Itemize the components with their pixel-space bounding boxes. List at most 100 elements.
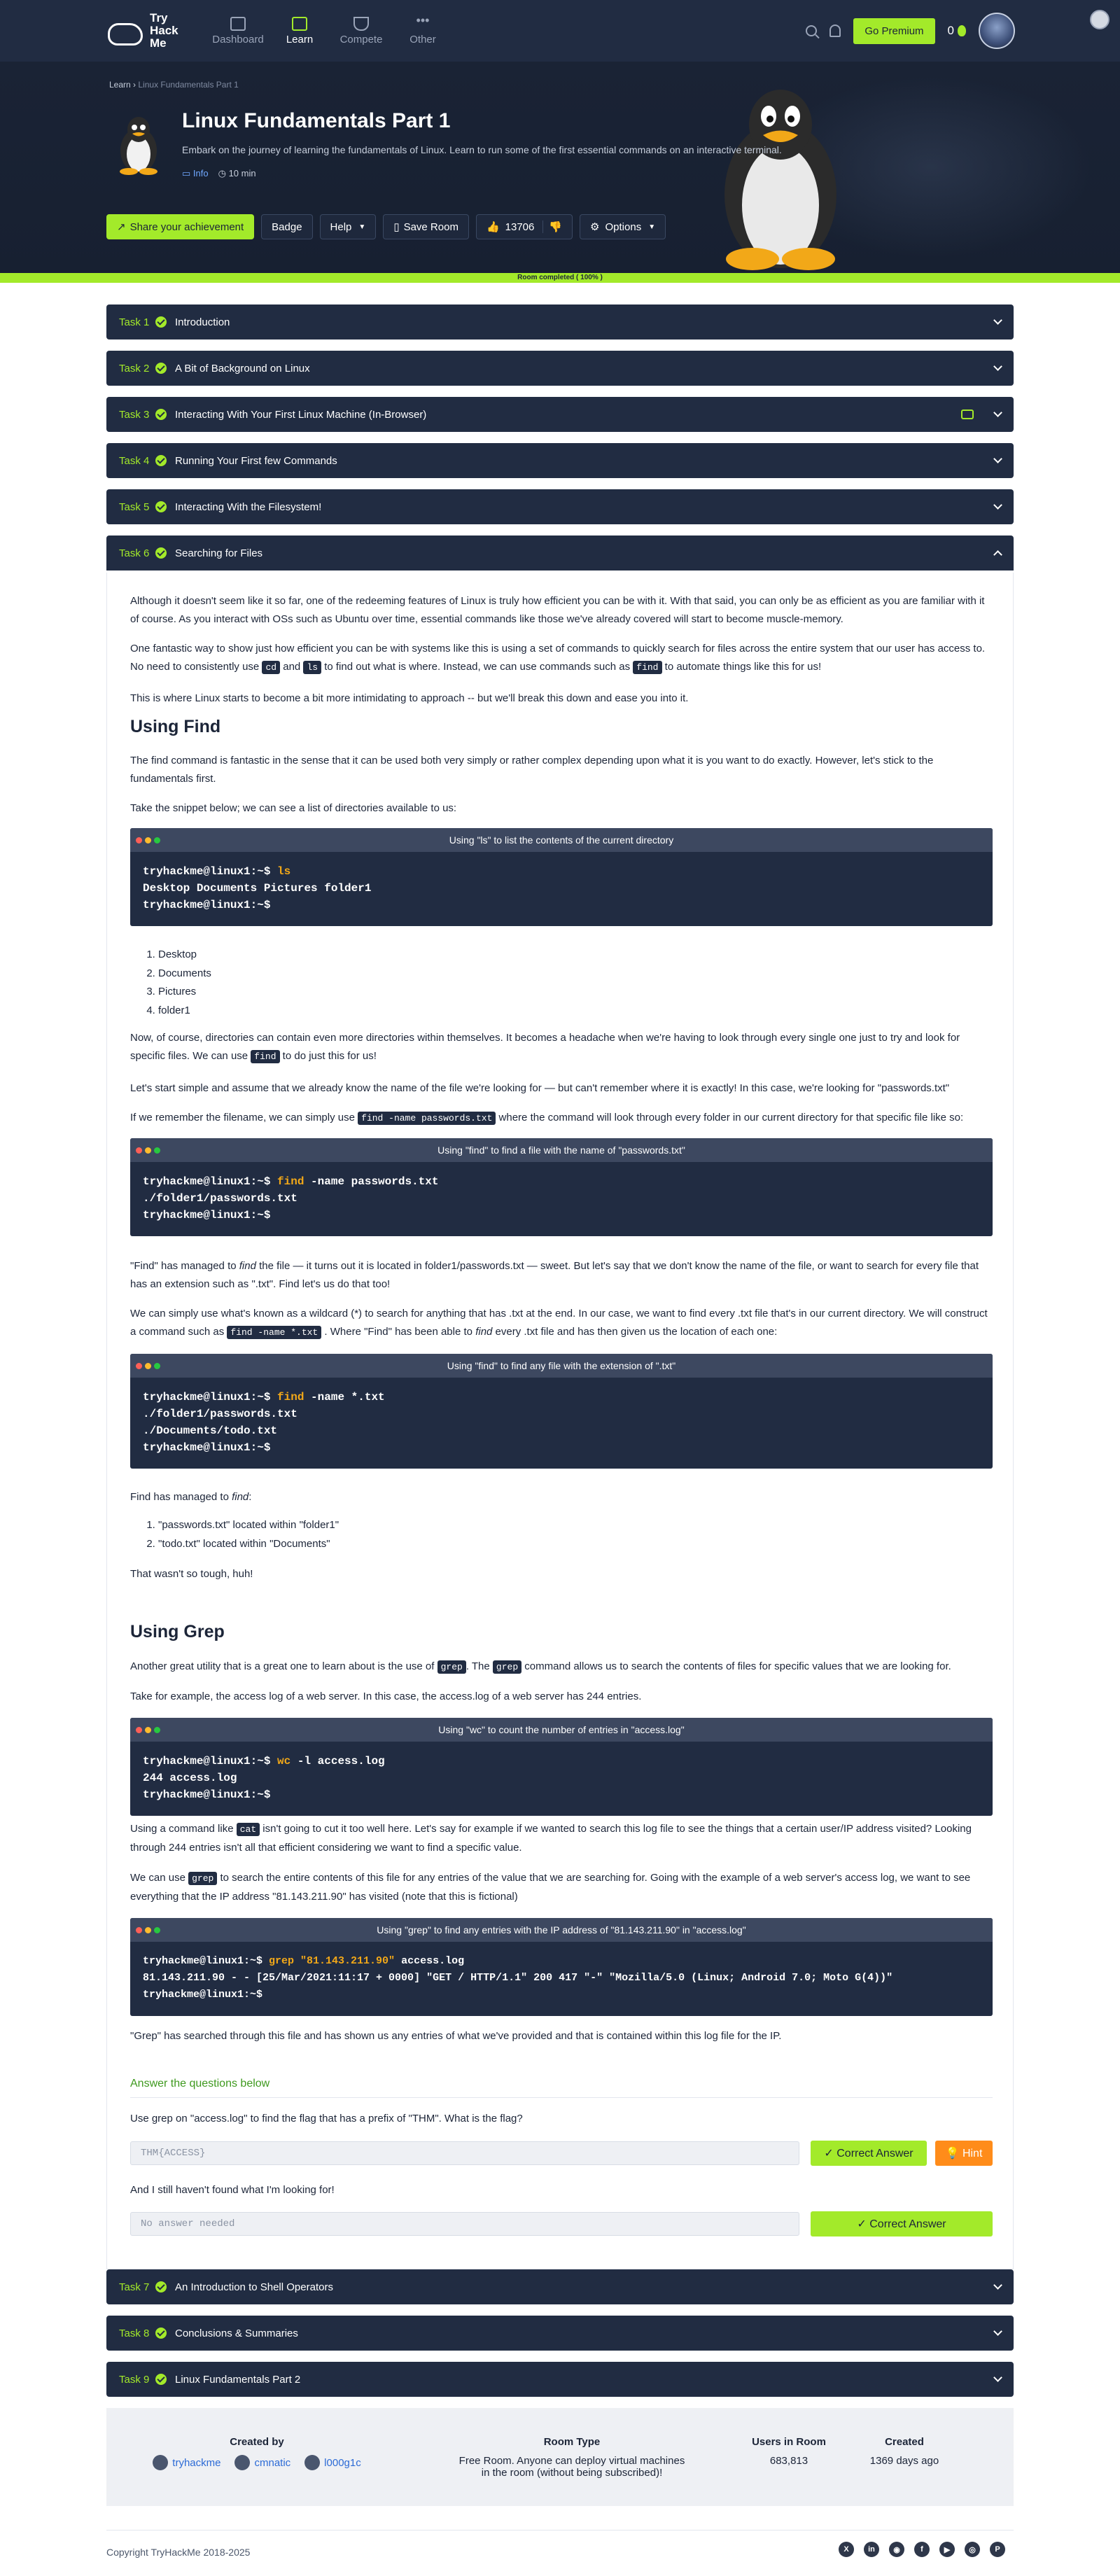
answer-section-header: Answer the questions below — [130, 2078, 993, 2098]
task-header-5[interactable]: Task 5 Interacting With the Filesystem! — [106, 489, 1014, 524]
heading-using-find: Using Find — [130, 717, 221, 736]
terminal-snippet-ls: Using "ls" to list the contents of the c… — [130, 828, 993, 926]
info-link[interactable]: ▭ Info — [182, 168, 209, 179]
share-achievement-button[interactable]: ↗ Share your achievement — [106, 214, 255, 239]
top-nav: Try Hack Me Dashboard Learn Compete ••• O… — [0, 0, 1120, 62]
browser-extension-icon[interactable] — [1090, 10, 1110, 29]
answer-input-2[interactable]: No answer needed — [130, 2212, 799, 2236]
pinterest-icon[interactable]: P — [990, 2542, 1005, 2557]
terminal-snippet-find-wildcard: Using "find" to find any file with the e… — [130, 1354, 993, 1469]
breadcrumb-separator: › — [130, 80, 139, 90]
breadcrumb-learn[interactable]: Learn — [109, 80, 131, 90]
inline-code: find — [633, 661, 662, 674]
x-icon[interactable]: X — [839, 2542, 854, 2557]
avatar — [153, 2455, 169, 2470]
trophy-icon — [354, 16, 369, 31]
badge-button[interactable]: Badge — [261, 214, 313, 239]
server-icon — [961, 410, 974, 419]
share-icon: ↗ — [117, 221, 126, 233]
check-icon — [155, 316, 167, 328]
check-icon — [155, 2374, 167, 2385]
bookmark-icon: ▯ — [393, 221, 400, 233]
creator-link[interactable]: tryhackme — [153, 2455, 220, 2470]
streak-counter[interactable]: 0 — [948, 24, 966, 38]
task-header-6[interactable]: Task 6 Searching for Files — [106, 536, 1014, 570]
check-icon — [155, 455, 167, 466]
paragraph: If we remember the filename, we can simp… — [130, 1112, 964, 1125]
clock-icon: ◷ — [218, 168, 229, 178]
search-icon[interactable] — [806, 25, 818, 36]
paragraph: Using a command like cat isn't going to … — [130, 1823, 972, 1854]
chevron-down-icon — [993, 2327, 1002, 2336]
terminal-title: Using "grep" to find any entries with th… — [377, 1924, 746, 1935]
list-item: Desktop — [158, 946, 211, 965]
terminal-title: Using "wc" to count the number of entrie… — [438, 1724, 685, 1735]
nav-learn[interactable]: Learn — [272, 0, 328, 62]
task-header-1[interactable]: Task 1 Introduction — [106, 304, 1014, 340]
chevron-up-icon — [993, 550, 1002, 559]
paragraph: We can use grep to search the entire con… — [130, 1872, 971, 1903]
discord-icon[interactable]: ◉ — [889, 2542, 904, 2557]
task-header-8[interactable]: Task 8 Conclusions & Summaries — [106, 2316, 1014, 2351]
help-dropdown[interactable]: Help ▼ — [319, 214, 377, 239]
terminal-snippet-wc: Using "wc" to count the number of entrie… — [130, 1718, 993, 1816]
question-1: Use grep on "access.log" to find the fla… — [130, 2113, 523, 2124]
correct-answer-button-1[interactable]: ✓ Correct Answer — [811, 2141, 927, 2166]
paragraph: One fantastic way to show just how effic… — [130, 643, 986, 674]
check-icon — [155, 547, 167, 559]
paragraph: "Grep" has searched through this file an… — [130, 2030, 782, 2042]
chevron-down-icon — [993, 454, 1002, 463]
inline-code: grep — [492, 1660, 522, 1674]
task-header-2[interactable]: Task 2A Bit of Background on Linux — [106, 351, 1014, 386]
instagram-icon[interactable]: ◎ — [965, 2542, 980, 2557]
youtube-icon[interactable]: ▶ — [939, 2542, 955, 2557]
task-header-3[interactable]: Task 3 Interacting With Your First Linux … — [106, 397, 1014, 432]
created-by: Created by tryhackme cmnatic l000g1c — [153, 2436, 361, 2470]
task-header-4[interactable]: Task 4 Running Your First few Commands — [106, 443, 1014, 478]
linkedin-icon[interactable]: in — [864, 2542, 879, 2557]
answer-input-1[interactable]: THM{ACCESS} — [130, 2141, 799, 2165]
inline-code: ls — [303, 661, 322, 674]
tryhackme-logo[interactable]: Try Hack Me — [105, 12, 196, 50]
facebook-icon[interactable]: f — [914, 2542, 930, 2557]
options-dropdown[interactable]: ⚙ Options ▼ — [580, 214, 666, 239]
avatar[interactable] — [979, 13, 1015, 49]
list-item: Pictures — [158, 983, 211, 1002]
go-premium-button[interactable]: Go Premium — [853, 18, 935, 44]
save-room-button[interactable]: ▯ Save Room — [383, 214, 469, 239]
terminal-snippet-find-name: Using "find" to find a file with the nam… — [130, 1138, 993, 1236]
room-info-panel: Created by tryhackme cmnatic l000g1c Roo… — [106, 2408, 1014, 2506]
nav-compete[interactable]: Compete — [333, 0, 389, 62]
terminal-snippet-grep: Using "grep" to find any entries with th… — [130, 1918, 993, 2016]
check-icon — [155, 501, 167, 512]
inline-code: grep — [188, 1872, 218, 1885]
avatar — [304, 2455, 321, 2470]
task-header-9[interactable]: Task 9 Linux Fundamentals Part 2 — [106, 2362, 1014, 2397]
caret-down-icon: ▼ — [648, 223, 656, 231]
paragraph: "Find" has managed to find the file — it… — [130, 1260, 979, 1290]
nav-dashboard[interactable]: Dashboard — [210, 0, 266, 62]
caret-down-icon: ▼ — [358, 223, 366, 231]
paragraph: The find command is fantastic in the sen… — [130, 755, 934, 785]
room-type: Room Type Free Room. Anyone can deploy v… — [458, 2436, 685, 2479]
correct-answer-button-2[interactable]: ✓ Correct Answer — [811, 2211, 993, 2236]
chevron-down-icon — [993, 362, 1002, 371]
thumbs-down-icon[interactable]: 👎 — [542, 220, 562, 233]
chevron-down-icon — [993, 2281, 1002, 2290]
like-button[interactable]: 👍 13706 👎 — [475, 214, 573, 239]
terminal-title: Using "find" to find any file with the e… — [447, 1360, 676, 1371]
task-header-7[interactable]: Task 7 An Introduction to Shell Operators — [106, 2269, 1014, 2304]
check-icon — [155, 409, 167, 420]
avatar — [234, 2455, 251, 2470]
nav-other[interactable]: ••• Other — [395, 0, 451, 62]
hint-button[interactable]: 💡 Hint — [935, 2141, 993, 2166]
inline-code: cat — [236, 1823, 260, 1836]
creator-link[interactable]: cmnatic — [234, 2455, 290, 2470]
room-tux-icon — [120, 117, 158, 175]
check-icon — [155, 2328, 167, 2339]
paragraph: Take for example, the access log of a we… — [130, 1690, 642, 1702]
room-created: Created 1369 days ago — [869, 2436, 939, 2467]
bell-icon[interactable] — [830, 24, 841, 37]
creator-link[interactable]: l000g1c — [304, 2455, 361, 2470]
room-meta: ▭ Info ◷ 10 min — [182, 168, 256, 179]
